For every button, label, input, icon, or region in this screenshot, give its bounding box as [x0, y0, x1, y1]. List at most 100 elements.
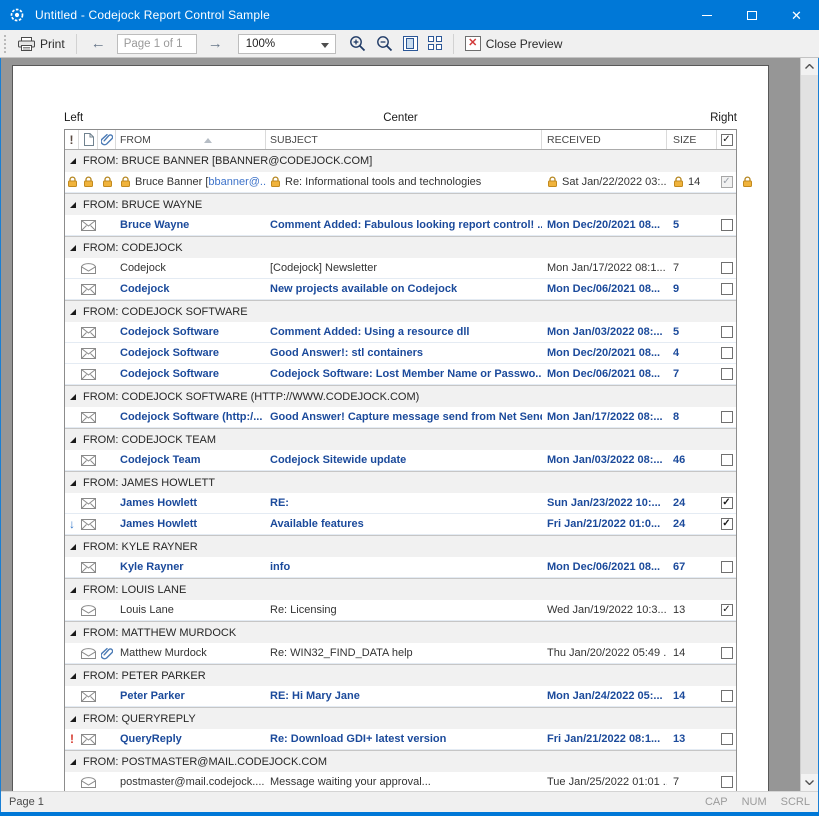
subject-cell: Codejock Software: Lost Member Name or P… — [266, 364, 542, 384]
size-text: 24 — [673, 518, 685, 530]
message-row[interactable]: Codejock SoftwareGood Answer!: stl conta… — [65, 343, 736, 364]
subject-text: Re: Download GDI+ latest version — [270, 733, 446, 745]
message-row[interactable]: Peter ParkerRE: Hi Mary JaneMon Jan/24/2… — [65, 686, 736, 707]
checkbox[interactable] — [721, 411, 733, 423]
group-row[interactable]: FROM: POSTMASTER@MAIL.CODEJOCK.COM — [65, 750, 736, 772]
previous-page-button[interactable]: ← — [82, 35, 115, 52]
checkbox[interactable] — [721, 368, 733, 380]
maximize-button[interactable] — [729, 0, 774, 30]
checkbox[interactable] — [721, 561, 733, 573]
header-checkbox[interactable] — [721, 134, 733, 146]
close-preview-button[interactable]: ✕ Close Preview — [459, 33, 569, 54]
group-row[interactable]: FROM: QUERYREPLY — [65, 707, 736, 729]
group-expand-icon[interactable] — [70, 587, 76, 593]
group-expand-icon[interactable] — [70, 245, 76, 251]
message-row[interactable]: Louis LaneRe: LicensingWed Jan/19/2022 1… — [65, 600, 736, 621]
checkbox[interactable] — [721, 454, 733, 466]
toolbar-gripper[interactable] — [3, 34, 8, 54]
message-row[interactable]: Codejock[Codejock] NewsletterMon Jan/17/… — [65, 258, 736, 279]
scrollbar-thumb[interactable] — [801, 75, 818, 774]
message-row[interactable]: Codejock Software (http:/...Good Answer!… — [65, 407, 736, 428]
checkbox[interactable] — [721, 733, 733, 745]
column-from[interactable]: FROM — [116, 130, 266, 149]
message-row[interactable]: Codejock TeamCodejock Sitewide updateMon… — [65, 450, 736, 471]
group-expand-icon[interactable] — [70, 394, 76, 400]
received-cell: Mon Dec/06/2021 08... — [542, 279, 667, 299]
message-row[interactable]: Bruce WayneComment Added: Fabulous looki… — [65, 215, 736, 236]
group-row[interactable]: FROM: BRUCE BANNER [BBANNER@CODEJOCK.COM… — [65, 150, 736, 172]
group-row[interactable]: FROM: LOUIS LANE — [65, 578, 736, 600]
group-expand-icon[interactable] — [70, 202, 76, 208]
vertical-scrollbar[interactable] — [800, 58, 818, 791]
group-expand-icon[interactable] — [70, 544, 76, 550]
group-expand-icon[interactable] — [70, 309, 76, 315]
from-cell: Louis Lane — [116, 600, 266, 620]
group-row[interactable]: FROM: CODEJOCK SOFTWARE (HTTP://WWW.CODE… — [65, 385, 736, 407]
page-number-field[interactable] — [117, 34, 197, 54]
message-row[interactable]: !QueryReplyRe: Download GDI+ latest vers… — [65, 729, 736, 750]
group-expand-icon[interactable] — [70, 716, 76, 722]
group-row[interactable]: FROM: CODEJOCK SOFTWARE — [65, 300, 736, 322]
column-size[interactable]: SIZE — [667, 130, 717, 149]
column-icon[interactable] — [79, 130, 98, 149]
message-row[interactable]: postmaster@mail.codejock....Message wait… — [65, 772, 736, 791]
group-expand-icon[interactable] — [70, 673, 76, 679]
print-button[interactable]: Print — [12, 34, 71, 54]
checkbox[interactable] — [721, 262, 733, 274]
message-row[interactable]: Bruce Banner [bbanner@...Re: Information… — [65, 172, 736, 193]
checkbox[interactable] — [721, 326, 733, 338]
subject-text: Good Answer!: stl containers — [270, 347, 423, 359]
group-expand-icon[interactable] — [70, 759, 76, 765]
checkbox[interactable] — [721, 604, 733, 616]
zoom-select[interactable]: 100% — [238, 34, 336, 54]
close-button[interactable]: ✕ — [774, 0, 819, 30]
column-checked[interactable] — [717, 130, 736, 149]
message-row[interactable]: Kyle RaynerinfoMon Dec/06/2021 08...67 — [65, 557, 736, 578]
size-cell: 13 — [667, 600, 717, 620]
column-received[interactable]: RECEIVED — [542, 130, 667, 149]
zoom-in-button[interactable] — [344, 32, 371, 55]
group-expand-icon[interactable] — [70, 437, 76, 443]
column-priority[interactable]: ! — [65, 130, 79, 149]
scroll-up-button[interactable] — [801, 58, 818, 75]
group-expand-icon[interactable] — [70, 158, 76, 164]
checkbox[interactable] — [721, 283, 733, 295]
message-row[interactable]: ↓James HowlettAvailable featuresFri Jan/… — [65, 514, 736, 535]
message-row[interactable]: Matthew MurdockRe: WIN32_FIND_DATA helpT… — [65, 643, 736, 664]
received-cell: Mon Dec/20/2021 08... — [542, 215, 667, 235]
minimize-button[interactable] — [684, 0, 729, 30]
group-row[interactable]: FROM: PETER PARKER — [65, 664, 736, 686]
group-row[interactable]: FROM: JAMES HOWLETT — [65, 471, 736, 493]
received-text: Mon Jan/17/2022 08:... — [547, 411, 663, 423]
zoom-out-button[interactable] — [371, 32, 398, 55]
sender-email-link[interactable]: bbanner@... — [208, 176, 266, 188]
checkbox[interactable] — [721, 776, 733, 788]
group-row[interactable]: FROM: CODEJOCK — [65, 236, 736, 258]
attachment-cell — [98, 729, 116, 749]
column-subject[interactable]: SUBJECT — [266, 130, 542, 149]
group-row[interactable]: FROM: MATTHEW MURDOCK — [65, 621, 736, 643]
scroll-down-button[interactable] — [801, 774, 818, 791]
group-row[interactable]: FROM: BRUCE WAYNE — [65, 193, 736, 215]
message-row[interactable]: CodejockNew projects available on Codejo… — [65, 279, 736, 300]
checkbox[interactable] — [721, 347, 733, 359]
checkbox[interactable] — [721, 690, 733, 702]
group-expand-icon[interactable] — [70, 630, 76, 636]
message-row[interactable]: Codejock SoftwareComment Added: Using a … — [65, 322, 736, 343]
sender-name: postmaster@mail.codejock.... — [120, 776, 264, 788]
column-attachment[interactable] — [98, 130, 116, 149]
group-row[interactable]: FROM: CODEJOCK TEAM — [65, 428, 736, 450]
group-expand-icon[interactable] — [70, 480, 76, 486]
checkbox[interactable] — [721, 518, 733, 530]
checkbox[interactable] — [721, 176, 733, 188]
group-row[interactable]: FROM: KYLE RAYNER — [65, 535, 736, 557]
arrow-down-icon: ↓ — [69, 517, 75, 531]
checkbox[interactable] — [721, 497, 733, 509]
checkbox[interactable] — [721, 647, 733, 659]
checkbox[interactable] — [721, 219, 733, 231]
multi-page-view-button[interactable] — [423, 33, 448, 54]
message-row[interactable]: James HowlettRE:Sun Jan/23/2022 10:...24 — [65, 493, 736, 514]
message-row[interactable]: Codejock SoftwareCodejock Software: Lost… — [65, 364, 736, 385]
one-page-view-button[interactable] — [398, 33, 423, 54]
next-page-button[interactable]: → — [199, 35, 232, 52]
